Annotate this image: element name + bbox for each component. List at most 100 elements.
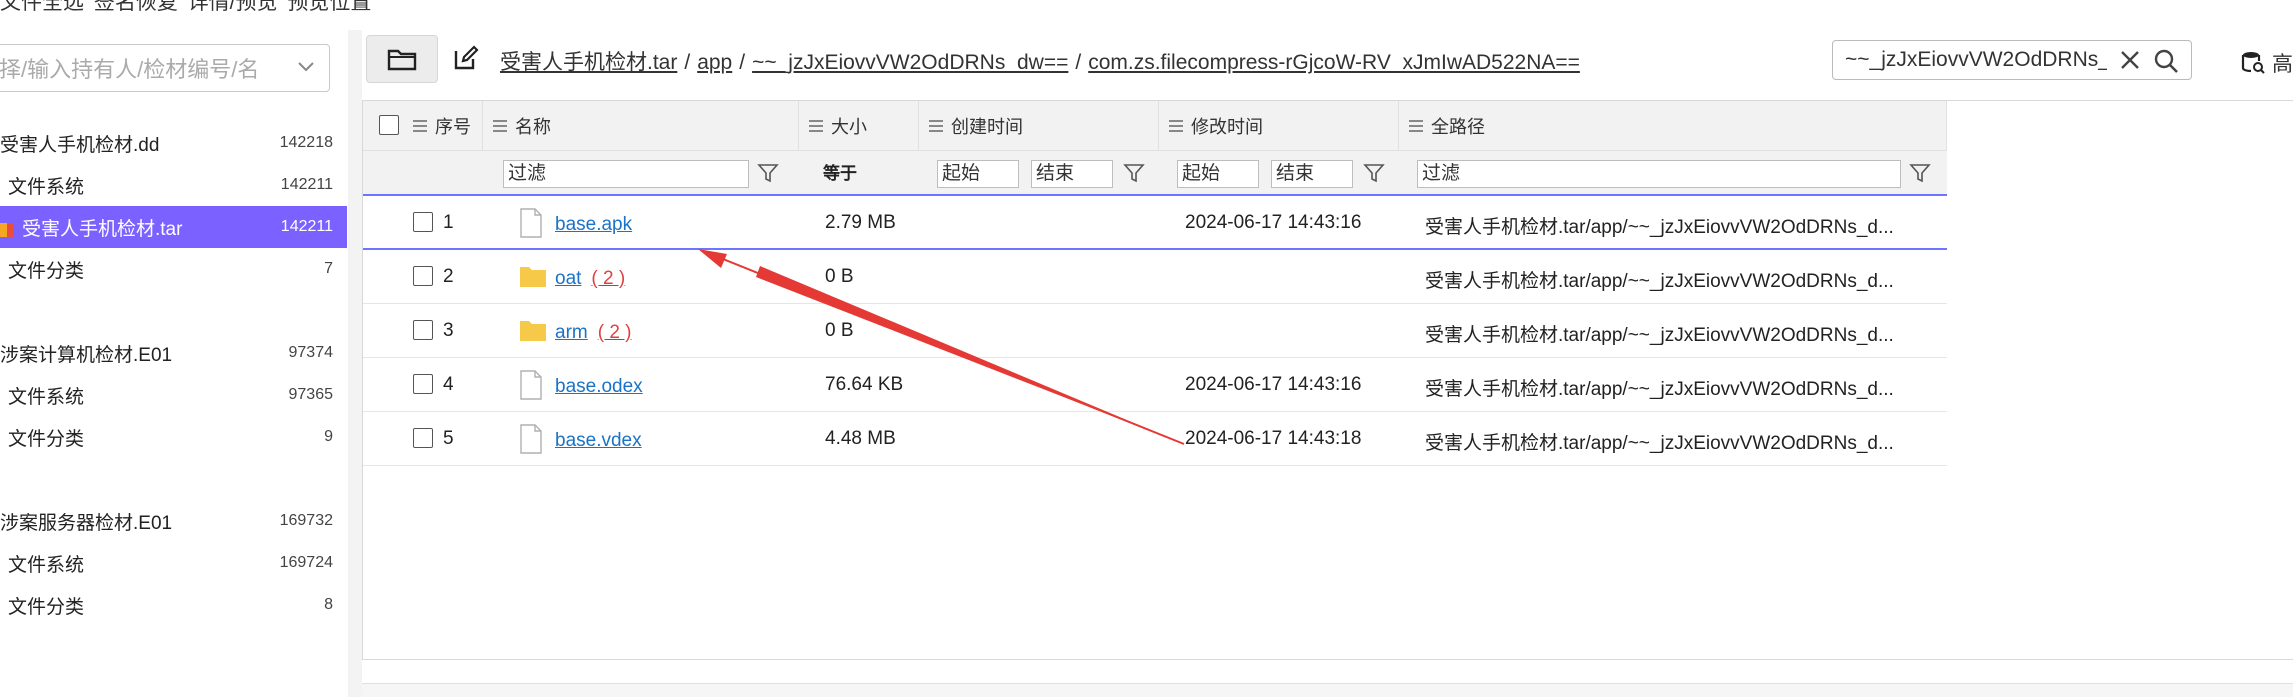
bottom-panel-edge (362, 683, 2293, 697)
table-row[interactable]: 2 oat ( 2 ) 0 B 受害人手机检材.tar/app/~~_jzJxEi… (363, 250, 1947, 304)
file-size: 4.48 MB (825, 428, 896, 449)
file-path: 受害人手机检材.tar/app/~~_jzJxEiovvVW2OdDRNs_d.… (1425, 379, 1894, 400)
row-seq: 2 (443, 266, 454, 287)
menu-details-preview[interactable]: 详情/预览 (188, 0, 278, 14)
table-row[interactable]: 3 arm ( 2 ) 0 B 受害人手机检材.tar/app/~~_jzJxEi… (363, 304, 1947, 358)
tree-item-count: 169732 (279, 512, 333, 529)
folder-name: arm (555, 322, 588, 343)
table-row[interactable]: 1 base.apk 2.79 MB 2024-06-17 14:43:16 受… (363, 196, 1947, 250)
folder-item-count: ( 2 ) (597, 322, 632, 343)
size-operator-value: 等于 (823, 164, 857, 183)
tree-item-count: 97374 (288, 344, 334, 361)
app-window: 文件全选 签名恢复 详情/预览 预览位置 择/输入持有人/检材编号/名 受害人手… (0, 0, 2293, 697)
edit-path-button[interactable] (450, 42, 482, 74)
file-size: 2.79 MB (825, 212, 896, 233)
breadcrumb-item[interactable]: 受害人手机检材.tar (500, 51, 677, 74)
ctime-start-input[interactable]: 起始 (937, 160, 1019, 188)
breadcrumb-item[interactable]: app (697, 51, 732, 74)
column-header-size[interactable]: 大小 (799, 101, 919, 151)
row-checkbox[interactable] (413, 212, 433, 232)
tree-item-evidence[interactable]: 受害人手机检材.dd 142218 (0, 122, 347, 164)
advanced-search-button[interactable]: 高 (2240, 48, 2293, 78)
column-menu-icon[interactable] (1169, 120, 1183, 132)
row-checkbox[interactable] (413, 428, 433, 448)
filter-icon[interactable] (1909, 162, 1931, 184)
file-mtime: 2024-06-17 14:43:18 (1185, 428, 1362, 449)
tree-item-tar-selected[interactable]: 受害人手机检材.tar 142211 (0, 206, 347, 248)
tree-item-label: 文件分类 (8, 428, 85, 450)
search-value: ~~_jzJxEiovvVW2OdDRNs_dw== (1845, 48, 2107, 71)
column-header-label: 大小 (831, 117, 867, 137)
tree-item-count: 142211 (280, 176, 333, 193)
tree-item-file-category[interactable]: 文件分类 9 (0, 416, 347, 458)
tree-item-label: 文件分类 (8, 260, 85, 282)
table-row[interactable]: 4 base.odex 76.64 KB 2024-06-17 14:43:16… (363, 358, 1947, 412)
table-body: 1 base.apk 2.79 MB 2024-06-17 14:43:16 受… (363, 196, 1947, 466)
filter-icon[interactable] (1123, 162, 1145, 184)
column-header-mtime[interactable]: 修改时间 (1159, 101, 1399, 151)
row-checkbox[interactable] (413, 320, 433, 340)
column-header-label: 序号 (435, 117, 471, 137)
column-header-label: 修改时间 (1191, 117, 1263, 137)
table-row[interactable]: 5 base.vdex 4.48 MB 2024-06-17 14:43:18 … (363, 412, 1947, 466)
ctime-end-input[interactable]: 结束 (1031, 160, 1113, 188)
column-header-ctime[interactable]: 创建时间 (919, 101, 1159, 151)
folder-icon (520, 321, 546, 341)
menu-signature-recovery[interactable]: 签名恢复 (94, 0, 178, 14)
column-menu-icon[interactable] (809, 120, 823, 132)
chevron-down-icon[interactable] (297, 57, 315, 78)
search-input[interactable]: ~~_jzJxEiovvVW2OdDRNs_dw== (1832, 40, 2192, 80)
column-header-seq[interactable]: 序号 (403, 101, 483, 151)
mtime-end-input[interactable]: 结束 (1271, 160, 1353, 188)
select-all-checkbox[interactable] (379, 115, 399, 135)
column-menu-icon[interactable] (413, 120, 427, 132)
column-header-name[interactable]: 名称 (483, 101, 799, 151)
file-icon (520, 208, 542, 238)
tree-item-evidence[interactable]: 涉案服务器检材.E01 169732 (0, 500, 347, 542)
database-search-icon (2241, 52, 2265, 74)
folder-name-link[interactable]: arm ( 2 ) (555, 322, 632, 344)
panel-splitter[interactable] (348, 30, 362, 697)
name-filter-input[interactable]: 过滤 (503, 160, 749, 188)
tree-item-filesystem[interactable]: 文件系统 142211 (0, 164, 347, 206)
search-icon[interactable] (2153, 48, 2179, 79)
advanced-search-label: 高 (2272, 53, 2293, 76)
menu-select-all[interactable]: 文件全选 (0, 0, 84, 14)
breadcrumb-item[interactable]: com.zs.filecompress-rGjcoW-RV_xJmIwAD522… (1088, 51, 1580, 74)
filter-icon[interactable] (1363, 162, 1385, 184)
tree-item-file-category[interactable]: 文件分类 8 (0, 584, 347, 626)
column-menu-icon[interactable] (493, 120, 507, 132)
tree-item-filesystem[interactable]: 文件系统 97365 (0, 374, 347, 416)
column-header-path[interactable]: 全路径 (1399, 101, 1947, 151)
tree-item-count: 169724 (279, 554, 333, 571)
folder-name-link[interactable]: oat ( 2 ) (555, 268, 625, 290)
file-size: 76.64 KB (825, 374, 904, 395)
file-name-link[interactable]: base.apk (555, 214, 632, 236)
filter-icon[interactable] (757, 162, 779, 184)
tree-item-label: 受害人手机检材.tar (22, 218, 183, 240)
tree-item-filesystem[interactable]: 文件系统 169724 (0, 542, 347, 584)
menu-preview-position[interactable]: 预览位置 (287, 0, 371, 14)
mtime-start-input[interactable]: 起始 (1177, 160, 1259, 188)
path-filter-input[interactable]: 过滤 (1417, 160, 1901, 188)
file-icon (520, 370, 542, 400)
row-seq: 1 (443, 212, 454, 233)
file-table: 序号 名称 大小 创建时间 修改时间 全路径 过滤 等于 起始 结束 起始 结束… (362, 100, 2293, 660)
file-name-link[interactable]: base.odex (555, 376, 643, 398)
row-checkbox[interactable] (413, 374, 433, 394)
file-size: 0 B (825, 320, 854, 341)
breadcrumb-item[interactable]: ~~_jzJxEiovvVW2OdDRNs_dw== (752, 51, 1068, 74)
open-folder-button[interactable] (366, 35, 438, 83)
tree-item-file-category[interactable]: 文件分类 7 (0, 248, 347, 290)
column-header-label: 创建时间 (951, 117, 1023, 137)
row-checkbox[interactable] (413, 266, 433, 286)
tree-item-evidence[interactable]: 涉案计算机检材.E01 97374 (0, 332, 347, 374)
size-operator-select[interactable]: 等于 ▼ (823, 160, 949, 188)
file-name-link[interactable]: base.vdex (555, 430, 642, 452)
evidence-filter-select[interactable]: 择/输入持有人/检材编号/名 (0, 44, 330, 92)
clear-icon[interactable] (2117, 47, 2143, 79)
column-menu-icon[interactable] (929, 120, 943, 132)
archive-icon (0, 222, 14, 237)
column-menu-icon[interactable] (1409, 120, 1423, 132)
row-seq: 5 (443, 428, 454, 449)
